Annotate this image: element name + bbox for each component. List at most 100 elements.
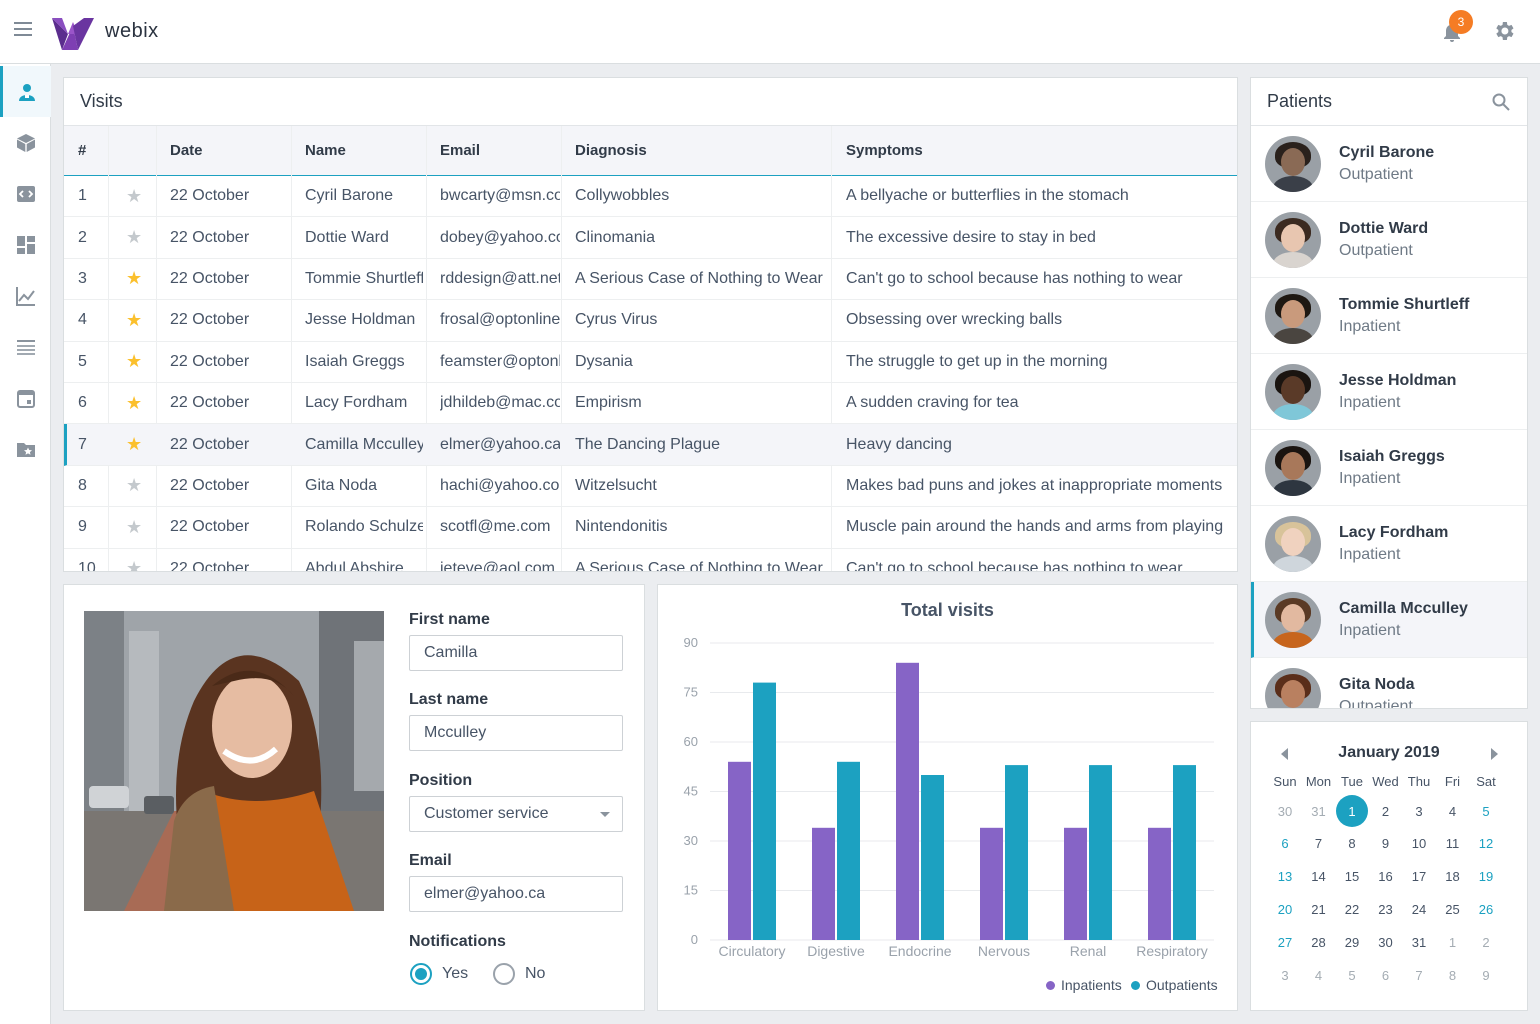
notifications-yes-radio[interactable]: Yes [410, 963, 468, 985]
calendar-day[interactable]: 19 [1470, 861, 1502, 893]
patient-list-item[interactable]: Cyril Barone Outpatient [1251, 126, 1527, 202]
calendar-day[interactable]: 30 [1269, 795, 1301, 827]
bar-inpatients-digestive[interactable] [812, 827, 835, 940]
calendar-day[interactable]: 25 [1437, 893, 1469, 925]
bar-inpatients-respiratory[interactable] [1148, 827, 1171, 940]
star-icon[interactable]: ★ [126, 549, 156, 571]
calendar-day[interactable]: 14 [1303, 861, 1335, 893]
calendar-day[interactable]: 1 [1437, 926, 1469, 958]
sidebar-item-code[interactable] [0, 168, 51, 219]
col-header-name[interactable]: Name [305, 126, 346, 175]
calendar-month-title[interactable]: January 2019 [1251, 744, 1527, 762]
calendar-day[interactable]: 10 [1403, 828, 1435, 860]
calendar-day[interactable]: 23 [1370, 893, 1402, 925]
star-icon[interactable]: ★ [126, 217, 156, 257]
sidebar-item-calendar[interactable] [0, 372, 51, 423]
position-select[interactable]: Customer service [409, 796, 623, 832]
calendar-day[interactable]: 29 [1336, 926, 1368, 958]
calendar-day[interactable]: 9 [1470, 959, 1502, 991]
table-row[interactable]: 10 ★ 22 October Abdul Abshire jeteve@aol.com… [64, 549, 1237, 571]
star-icon[interactable]: ★ [126, 466, 156, 506]
col-header-diagnosis[interactable]: Diagnosis [575, 126, 647, 175]
star-icon[interactable]: ★ [126, 300, 156, 340]
calendar-day[interactable]: 30 [1370, 926, 1402, 958]
menu-icon[interactable] [14, 22, 34, 42]
sidebar-item-folder[interactable] [0, 423, 51, 474]
bar-inpatients-circulatory[interactable] [728, 761, 751, 940]
table-row[interactable]: 3 ★ 22 October Tommie Shurtleff rddesign@att… [64, 259, 1237, 301]
calendar-day[interactable]: 8 [1336, 828, 1368, 860]
table-row[interactable]: 7 ★ 22 October Camilla Mcculley elmer@yahoo.… [64, 424, 1237, 466]
calendar-day[interactable]: 31 [1403, 926, 1435, 958]
calendar-day[interactable]: 21 [1303, 893, 1335, 925]
calendar-day[interactable]: 28 [1303, 926, 1335, 958]
bar-inpatients-nervous[interactable] [980, 827, 1003, 940]
first-name-input[interactable]: Camilla [409, 635, 623, 671]
sidebar-item-patients[interactable] [0, 66, 51, 117]
calendar-day[interactable]: 3 [1269, 959, 1301, 991]
patient-list-item[interactable]: Jesse Holdman Inpatient [1251, 354, 1527, 430]
table-row[interactable]: 5 ★ 22 October Isaiah Greggs feamster@optonl… [64, 342, 1237, 383]
calendar-day[interactable]: 24 [1403, 893, 1435, 925]
calendar-day[interactable]: 31 [1303, 795, 1335, 827]
patient-list-item[interactable]: Tommie Shurtleff Inpatient [1251, 278, 1527, 354]
patient-list-item[interactable]: Isaiah Greggs Inpatient [1251, 430, 1527, 506]
col-header-email[interactable]: Email [440, 126, 480, 175]
bar-inpatients-renal[interactable] [1064, 827, 1087, 940]
calendar-day[interactable]: 16 [1370, 861, 1402, 893]
calendar-day[interactable]: 5 [1470, 795, 1502, 827]
last-name-input[interactable]: Mcculley [409, 715, 623, 751]
calendar-day[interactable]: 4 [1437, 795, 1469, 827]
star-icon[interactable]: ★ [126, 259, 156, 299]
calendar-day[interactable]: 9 [1370, 828, 1402, 860]
table-row[interactable]: 9 ★ 22 October Rolando Schulze scotfl@me.com… [64, 507, 1237, 549]
star-icon[interactable]: ★ [126, 176, 156, 216]
sidebar-item-dashboard[interactable] [0, 219, 51, 270]
star-icon[interactable]: ★ [126, 507, 156, 547]
calendar-day[interactable]: 1 [1336, 795, 1368, 827]
sidebar-item-box[interactable] [0, 117, 51, 168]
calendar-day[interactable]: 2 [1470, 926, 1502, 958]
bar-outpatients-nervous[interactable] [1005, 765, 1028, 940]
col-header-symptoms[interactable]: Symptoms [846, 126, 923, 175]
patient-list-item[interactable]: Lacy Fordham Inpatient [1251, 506, 1527, 582]
calendar-day[interactable]: 20 [1269, 893, 1301, 925]
star-icon[interactable]: ★ [126, 342, 156, 382]
bar-outpatients-circulatory[interactable] [753, 682, 776, 940]
calendar-day[interactable]: 6 [1269, 828, 1301, 860]
patient-list-item[interactable]: Gita Noda Outpatient [1251, 658, 1527, 708]
bar-outpatients-respiratory[interactable] [1173, 765, 1196, 940]
patient-list-item[interactable]: Camilla Mcculley Inpatient [1251, 582, 1527, 658]
star-icon[interactable]: ★ [126, 424, 156, 464]
calendar-day[interactable]: 8 [1437, 959, 1469, 991]
patient-list-item[interactable]: Dottie Ward Outpatient [1251, 202, 1527, 278]
gear-icon[interactable] [1492, 19, 1516, 43]
sidebar-item-table[interactable] [0, 321, 51, 372]
legend-inpatients[interactable]: Inpatients [1046, 977, 1122, 993]
table-row[interactable]: 1 ★ 22 October Cyril Barone bwcarty@msn.com C… [64, 176, 1237, 218]
bar-outpatients-endocrine[interactable] [921, 775, 944, 940]
bar-outpatients-digestive[interactable] [837, 761, 860, 940]
calendar-day[interactable]: 22 [1336, 893, 1368, 925]
search-icon[interactable] [1491, 92, 1511, 112]
table-row[interactable]: 2 ★ 22 October Dottie Ward dobey@yahoo.com Cl… [64, 217, 1237, 259]
calendar-day[interactable]: 6 [1370, 959, 1402, 991]
calendar-day[interactable]: 11 [1437, 828, 1469, 860]
calendar-day[interactable]: 2 [1370, 795, 1402, 827]
table-row[interactable]: 4 ★ 22 October Jesse Holdman frosal@optonlin… [64, 300, 1237, 342]
calendar-day[interactable]: 12 [1470, 828, 1502, 860]
calendar-day[interactable]: 15 [1336, 861, 1368, 893]
legend-outpatients[interactable]: Outpatients [1131, 977, 1218, 993]
calendar-day[interactable]: 7 [1403, 959, 1435, 991]
star-icon[interactable]: ★ [126, 383, 156, 423]
calendar-day[interactable]: 13 [1269, 861, 1301, 893]
calendar-day[interactable]: 5 [1336, 959, 1368, 991]
email-input[interactable]: elmer@yahoo.ca [409, 876, 623, 912]
calendar-day[interactable]: 18 [1437, 861, 1469, 893]
col-header-date[interactable]: Date [170, 126, 203, 175]
table-row[interactable]: 8 ★ 22 October Gita Noda hachi@yahoo.com Witz… [64, 466, 1237, 508]
calendar-day[interactable]: 27 [1269, 926, 1301, 958]
calendar-day[interactable]: 26 [1470, 893, 1502, 925]
col-header-num[interactable]: # [78, 126, 86, 175]
calendar-next-icon[interactable] [1491, 748, 1498, 760]
